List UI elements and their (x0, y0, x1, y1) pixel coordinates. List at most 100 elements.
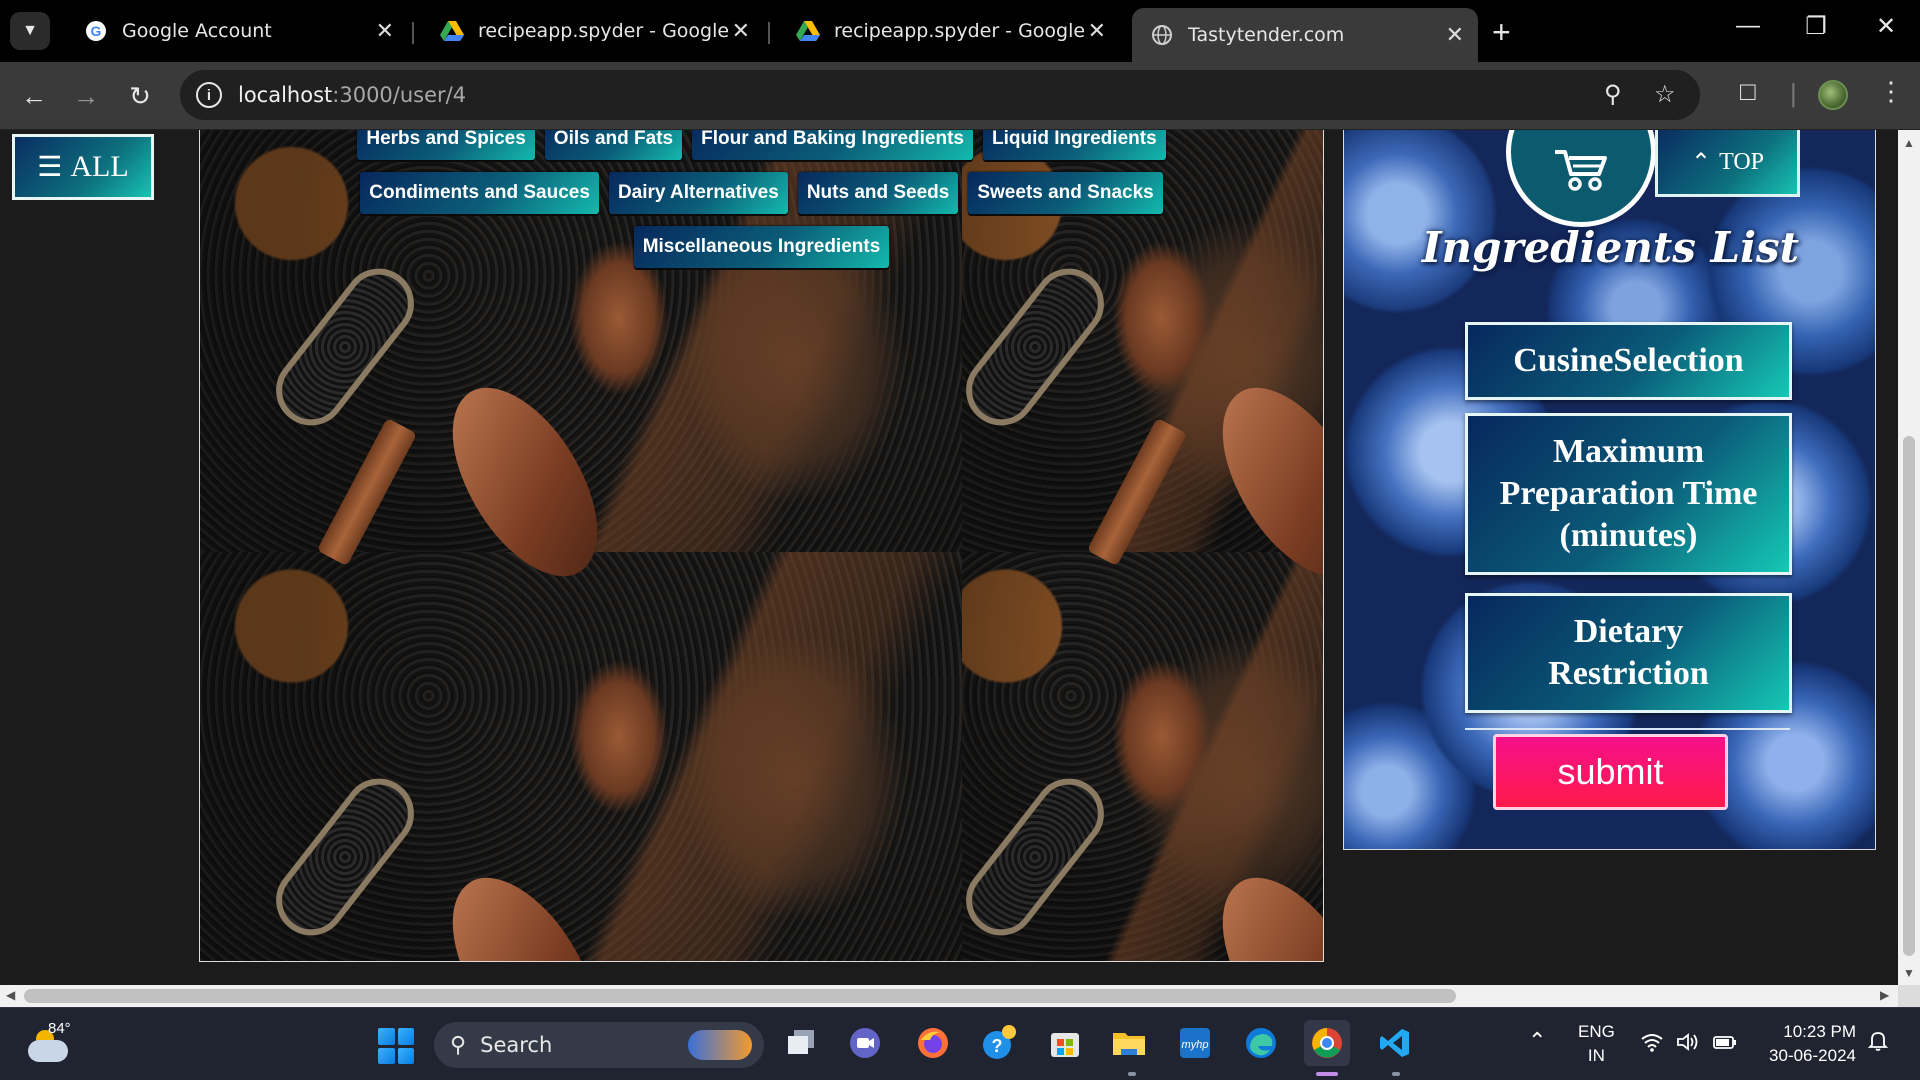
forward-icon[interactable]: → (66, 76, 106, 116)
svg-text:G: G (91, 23, 102, 39)
teams-chat-icon[interactable] (842, 1020, 888, 1066)
myhp-icon[interactable]: myhp (1172, 1020, 1218, 1066)
category-flour-and-baking[interactable]: Flour and Baking Ingredients (692, 130, 973, 160)
globe-icon (1150, 23, 1174, 47)
clock-date: 30-06-2024 (1769, 1046, 1856, 1065)
double-chevron-up-icon: ⌃ (1690, 149, 1712, 176)
taskbar-search-placeholder: Search (480, 1033, 553, 1057)
divider (1465, 728, 1790, 730)
ingredients-side-panel: ⌃ TOP Ingredients List CusineSelection M… (1343, 130, 1876, 850)
site-info-icon[interactable]: i (196, 82, 222, 108)
restore-icon[interactable]: ❐ (1796, 12, 1836, 41)
top-button-label: TOP (1719, 148, 1764, 175)
vertical-scrollbar[interactable]: ▲ ▼ (1898, 130, 1920, 985)
volume-icon[interactable] (1676, 1032, 1700, 1058)
chevron-down-icon: ▼ (22, 22, 38, 39)
tab-title: recipeapp.spyder - Google Drive (478, 20, 728, 42)
category-nuts-and-seeds[interactable]: Nuts and Seeds (797, 172, 959, 214)
scroll-left-icon[interactable]: ◀ (6, 988, 15, 1002)
running-indicator (1128, 1072, 1136, 1076)
edge-icon[interactable] (1238, 1020, 1284, 1066)
category-dairy-alternatives[interactable]: Dairy Alternatives (608, 172, 788, 214)
dietary-restriction-button[interactable]: Dietary Restriction (1465, 593, 1792, 713)
submit-button[interactable]: submit (1493, 734, 1728, 810)
wifi-icon[interactable] (1640, 1032, 1664, 1058)
close-icon[interactable]: ✕ (1446, 23, 1464, 48)
profile-avatar[interactable] (1818, 80, 1848, 110)
category-sweets-and-snacks[interactable]: Sweets and Snacks (968, 172, 1163, 214)
tab-strip: ▼ G Google Account ✕ recipeapp.spyder - … (0, 0, 1920, 62)
page-viewport: ☰ ALL Herbs and Spices Oils and Fats Flo… (0, 130, 1898, 985)
scroll-up-icon[interactable]: ▲ (1903, 136, 1915, 150)
scrollbar-corner (1898, 985, 1920, 1007)
scroll-down-icon[interactable]: ▼ (1903, 966, 1915, 980)
url-host: localhost (238, 83, 333, 107)
category-row: Herbs and Spices Oils and Fats Flour and… (199, 130, 1324, 160)
taskbar: 84° ⚲ Search ? myhp ⌃ ENG IN 10:23 PM 30… (0, 1007, 1920, 1080)
tab-google-account[interactable]: G Google Account ✕ (66, 8, 408, 54)
toolbar-divider: | (1790, 78, 1797, 108)
key-icon[interactable]: ⚲ (1604, 80, 1622, 109)
close-window-icon[interactable]: ✕ (1866, 12, 1906, 41)
tab-search-button[interactable]: ▼ (10, 12, 50, 50)
taskbar-search[interactable]: ⚲ Search (434, 1022, 764, 1068)
new-tab-button[interactable]: + (1492, 14, 1511, 51)
scroll-right-icon[interactable]: ▶ (1880, 988, 1889, 1002)
google-icon: G (84, 19, 108, 43)
max-prep-time-button[interactable]: Maximum Preparation Time (minutes) (1465, 413, 1792, 575)
microsoft-store-icon[interactable] (1042, 1020, 1088, 1066)
cart-icon[interactable] (1506, 130, 1656, 227)
chrome-icon[interactable] (1304, 1020, 1350, 1066)
all-menu-button[interactable]: ☰ ALL (12, 134, 154, 200)
svg-text:myhp: myhp (1182, 1039, 1209, 1051)
search-icon: ⚲ (450, 1032, 467, 1058)
language-indicator[interactable]: ENG IN (1578, 1020, 1615, 1068)
firefox-icon[interactable] (910, 1020, 956, 1066)
category-liquid-ingredients[interactable]: Liquid Ingredients (982, 130, 1166, 160)
tab-separator (412, 22, 414, 44)
category-oils-and-fats[interactable]: Oils and Fats (544, 130, 683, 160)
task-view-icon[interactable] (778, 1020, 824, 1066)
region-code: IN (1587, 1046, 1605, 1065)
help-icon[interactable]: ? (976, 1020, 1022, 1066)
minimize-icon[interactable]: — (1728, 12, 1768, 40)
menu-icon[interactable]: ⋮ (1878, 76, 1904, 107)
address-bar[interactable]: i localhost:3000/user/4 ⚲ ☆ (180, 70, 1700, 120)
star-icon[interactable]: ☆ (1654, 80, 1676, 109)
extensions-icon[interactable]: □ (1740, 76, 1756, 107)
battery-icon[interactable] (1712, 1032, 1738, 1058)
category-miscellaneous[interactable]: Miscellaneous Ingredients (633, 226, 890, 268)
cuisine-selection-button[interactable]: CusineSelection (1465, 322, 1792, 400)
tab-tastytender[interactable]: Tastytender.com ✕ (1132, 8, 1478, 62)
drive-icon (796, 19, 820, 43)
horizontal-scrollbar[interactable]: ◀ ▶ (0, 985, 1898, 1007)
horizontal-scroll-thumb[interactable] (24, 989, 1456, 1003)
close-icon[interactable]: ✕ (1088, 19, 1106, 44)
url-path: :3000/user/4 (332, 83, 467, 107)
chevron-up-icon[interactable]: ⌃ (1528, 1028, 1546, 1054)
windows-start-icon[interactable] (378, 1028, 414, 1064)
tab-drive-2[interactable]: recipeapp.spyder - Google Drive ✕ (778, 8, 1120, 54)
category-row: Condiments and Sauces Dairy Alternatives… (199, 172, 1324, 214)
category-herbs-and-spices[interactable]: Herbs and Spices (357, 130, 535, 160)
tab-title: Google Account (122, 20, 272, 42)
reload-icon[interactable]: ↻ (120, 76, 160, 116)
top-button[interactable]: ⌃ TOP (1655, 130, 1800, 197)
tab-drive-1[interactable]: recipeapp.spyder - Google Drive ✕ (422, 8, 764, 54)
category-condiments-and-sauces[interactable]: Condiments and Sauces (360, 172, 599, 214)
file-explorer-icon[interactable] (1106, 1020, 1152, 1066)
tab-title: recipeapp.spyder - Google Drive (834, 20, 1084, 42)
vscode-icon[interactable] (1372, 1020, 1418, 1066)
tab-separator (768, 22, 770, 44)
temperature: 84° (48, 1020, 71, 1037)
back-icon[interactable]: ← (14, 76, 54, 116)
search-highlight-icon (688, 1030, 752, 1060)
close-icon[interactable]: ✕ (732, 19, 750, 44)
vertical-scroll-thumb[interactable] (1903, 436, 1915, 956)
browser-toolbar: ← → ↻ i localhost:3000/user/4 ⚲ ☆ □ | ⋮ (0, 62, 1920, 130)
notification-bell-icon[interactable] (1867, 1030, 1889, 1058)
clock-time: 10:23 PM (1783, 1022, 1856, 1041)
close-icon[interactable]: ✕ (376, 19, 394, 44)
system-clock[interactable]: 10:23 PM 30-06-2024 (1752, 1020, 1856, 1068)
tab-title: Tastytender.com (1188, 24, 1345, 46)
